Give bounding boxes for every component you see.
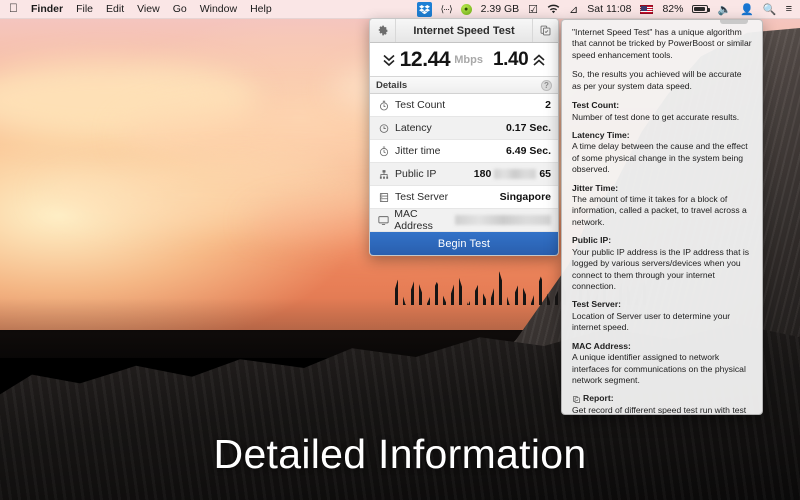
section-heading: Report: [583, 393, 614, 404]
popover-intro-1: "Internet Speed Test" has a unique algor… [572, 27, 752, 60]
popover-pointer [561, 90, 562, 102]
menu-item-edit[interactable]: Edit [106, 3, 124, 15]
popover-section-latency-time: Latency Time: A time delay between the c… [572, 130, 753, 176]
section-body: A time delay between the cause and the e… [572, 141, 748, 175]
section-heading: MAC Address: [572, 340, 631, 351]
volume-icon[interactable]: 🔈 [717, 3, 731, 16]
menu-bar-status-area: ⟨···⟩ ● 2.39 GB ☑ ⊿ Sat 11:08 82% 🔈 👤 🔍 … [416, 1, 800, 17]
popover-grab-handle[interactable] [720, 20, 748, 24]
help-icon[interactable]: ? [541, 79, 552, 91]
section-heading: Public IP: [572, 235, 612, 246]
detail-label: Latency [395, 122, 432, 134]
detail-value: 0.17 Sec. [506, 122, 551, 134]
detail-value: 6.49 Sec. [506, 145, 551, 157]
checkmark-circle-icon[interactable]: ☑ [528, 3, 538, 16]
report-document-icon[interactable] [532, 19, 558, 42]
speed-readout: 12.44 Mbps 1.40 [370, 43, 558, 77]
upload-speed-value: 1.40 [492, 48, 529, 70]
detail-value: 2 [545, 99, 551, 111]
detail-value [455, 215, 551, 225]
panel-title: Internet Speed Test [413, 24, 515, 37]
network-node-icon [377, 169, 390, 180]
section-body: Number of test done to get accurate resu… [572, 111, 740, 122]
detail-label: Test Count [395, 99, 446, 111]
detail-label: MAC Address [394, 208, 433, 232]
section-body: Get record of different speed test run w… [572, 404, 747, 415]
server-rack-icon [377, 192, 390, 203]
section-heading: Latency Time: [572, 129, 630, 140]
redacted-block [494, 169, 537, 179]
apple-menu-icon[interactable]:  [9, 2, 18, 14]
begin-test-button[interactable]: Begin Test [370, 232, 558, 255]
section-heading: Test Server: [572, 299, 622, 310]
section-heading: Test Count: [572, 100, 620, 111]
menu-item-help[interactable]: Help [250, 3, 272, 15]
menu-bar-left:  Finder File Edit View Go Window Help [0, 2, 272, 15]
detail-row-jitter-time: Jitter time 6.49 Sec. [370, 140, 558, 163]
monitor-icon [377, 215, 389, 226]
us-flag-icon[interactable] [640, 4, 654, 14]
public-ip-prefix: 180 [473, 168, 492, 180]
menu-item-finder[interactable]: Finder [31, 3, 63, 15]
user-icon[interactable]: 👤 [740, 3, 754, 16]
details-label: Details [376, 79, 408, 91]
popover-section-jitter-time: Jitter Time: The amount of time it takes… [572, 183, 753, 229]
popover-section-report: Report: Get record of different speed te… [572, 393, 753, 415]
popover-section-test-count: Test Count: Number of test done to get a… [572, 100, 753, 123]
detail-row-test-count: Test Count 2 [370, 94, 558, 117]
details-section-header: Details ? [370, 77, 558, 94]
detail-row-public-ip: Public IP 180 65 [370, 163, 558, 186]
detail-row-mac-address: MAC Address [370, 208, 558, 232]
public-ip-suffix: 65 [539, 168, 551, 180]
battery-charging-icon[interactable] [692, 5, 711, 13]
menu-item-window[interactable]: Window [200, 3, 237, 15]
app-status-icon[interactable]: ● [460, 3, 472, 15]
popover-section-mac-address: MAC Address: A unique identifier assigne… [572, 341, 753, 387]
menu-bar:  Finder File Edit View Go Window Help ⟨… [0, 0, 800, 19]
popover-section-test-server: Test Server: Location of Server user to … [572, 299, 753, 333]
speed-unit-label: Mbps [454, 53, 483, 66]
section-body: Your public IP address is the IP address… [572, 246, 750, 292]
section-heading: Jitter Time: [572, 182, 619, 193]
detail-label: Jitter time [395, 145, 441, 157]
detail-value: Singapore [499, 191, 551, 203]
bluetooth-icon[interactable]: ⊿ [569, 3, 578, 16]
popover-intro-2: So, the results you achieved will be acc… [572, 69, 742, 91]
menu-item-file[interactable]: File [76, 3, 93, 15]
download-speed-value: 12.44 [399, 47, 451, 71]
detail-label: Test Server [395, 191, 449, 203]
detail-row-latency: Latency 0.17 Sec. [370, 117, 558, 140]
redacted-block [455, 215, 551, 225]
notification-center-icon[interactable]: ≡ [786, 3, 792, 15]
internet-speed-test-panel: Internet Speed Test 12.44 Mbps 1.40 Deta… [369, 18, 559, 256]
stopwatch-icon [377, 100, 390, 111]
chevron-double-down-icon [382, 52, 396, 68]
clock-display[interactable]: Sat 11:08 [587, 3, 631, 15]
dropbox-icon[interactable] [416, 1, 432, 17]
section-body: The amount of time it takes for a block … [572, 194, 747, 227]
chevron-double-up-icon [532, 52, 546, 68]
wifi-icon[interactable] [547, 4, 560, 14]
section-body: Location of Server user to determine you… [572, 310, 731, 333]
help-popover: "Internet Speed Test" has a unique algor… [561, 19, 763, 415]
detail-value: 180 65 [474, 168, 551, 180]
report-document-icon [572, 395, 581, 404]
panel-titlebar: Internet Speed Test [370, 19, 558, 43]
stopwatch-icon [377, 146, 390, 157]
clock-icon [377, 123, 390, 134]
gear-icon[interactable] [370, 19, 396, 42]
menu-item-view[interactable]: View [137, 3, 160, 15]
spotlight-search-icon[interactable]: 🔍 [763, 3, 777, 16]
bluetooth-share-icon[interactable]: ⟨···⟩ [441, 4, 453, 15]
detail-label: Public IP [395, 168, 437, 180]
detail-row-test-server: Test Server Singapore [370, 186, 558, 209]
menu-item-go[interactable]: Go [173, 3, 187, 15]
battery-percent[interactable]: 82% [662, 3, 683, 15]
section-body: A unique identifier assigned to network … [572, 352, 746, 385]
memory-indicator[interactable]: 2.39 GB [481, 3, 520, 15]
popover-section-public-ip: Public IP: Your public IP address is the… [572, 235, 753, 292]
caption-text: Detailed Information [213, 431, 587, 477]
